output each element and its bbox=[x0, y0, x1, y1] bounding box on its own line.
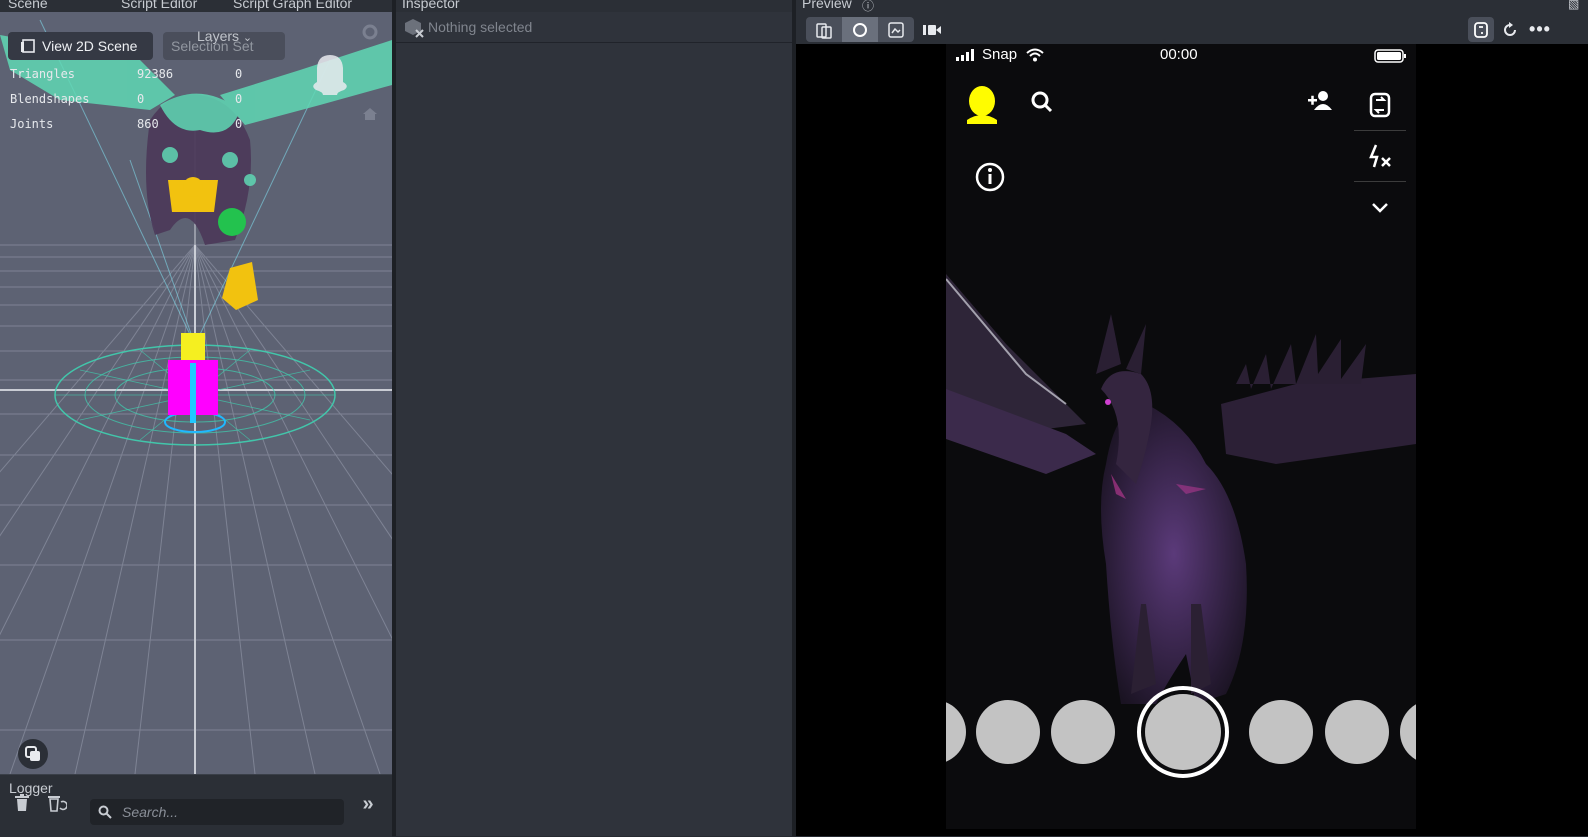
preview-mode-group bbox=[806, 17, 914, 42]
tab-inspector[interactable]: Inspector bbox=[402, 0, 460, 11]
camera-controls bbox=[1354, 80, 1406, 230]
search-icon[interactable] bbox=[1030, 90, 1054, 114]
logger-panel: Logger » bbox=[0, 774, 392, 837]
stat-value: 860 bbox=[137, 117, 159, 131]
scene-tab-strip: Scene Script Editor Script Graph Editor bbox=[0, 0, 392, 12]
stat-extra: 0 bbox=[235, 67, 243, 81]
clear-log-button[interactable] bbox=[12, 793, 32, 813]
stat-row-triangles: Triangles 92386 0 bbox=[10, 67, 270, 92]
tab-script-editor[interactable]: Script Editor bbox=[121, 0, 197, 11]
chevron-down-icon: ⌄ bbox=[242, 32, 253, 44]
inspector-panel: Inspector Nothing selected bbox=[396, 0, 792, 836]
media-mode-button[interactable] bbox=[878, 17, 914, 42]
preview-panel: Preview ⓘ ▧ ••• Snap 00:00 bbox=[796, 0, 1588, 836]
battery-icon bbox=[1374, 49, 1406, 63]
flash-off-icon bbox=[1369, 144, 1391, 168]
inspector-tab-strip: Inspector bbox=[396, 0, 792, 12]
inspector-header: Nothing selected bbox=[396, 12, 792, 43]
lens-carousel-item[interactable] bbox=[1249, 700, 1313, 764]
stat-name: Joints bbox=[10, 117, 54, 131]
home-icon[interactable] bbox=[360, 104, 380, 124]
layers-dropdown[interactable]: Layers ⌄ bbox=[197, 28, 252, 44]
media-icon bbox=[888, 21, 904, 38]
preview-toolbar: ••• bbox=[796, 12, 1588, 44]
lens-carousel-item[interactable] bbox=[1051, 700, 1115, 764]
tab-preview[interactable]: Preview bbox=[802, 0, 852, 11]
logger-search-field[interactable] bbox=[90, 799, 344, 825]
trash-refresh-icon bbox=[48, 796, 67, 812]
clear-on-reload-button[interactable] bbox=[46, 793, 68, 813]
add-friend-icon[interactable] bbox=[1306, 88, 1334, 112]
flip-camera-toolbar-button[interactable] bbox=[1468, 17, 1494, 42]
scene-viewport[interactable]: View 2D Scene Selection Set Layers ⌄ Tri… bbox=[0, 12, 392, 774]
lens-icon bbox=[853, 22, 867, 37]
tab-scene[interactable]: Scene bbox=[8, 0, 48, 11]
capture-button-inner bbox=[1145, 694, 1221, 770]
flip-camera-button[interactable] bbox=[1354, 80, 1406, 131]
more-options-button[interactable]: ••• bbox=[1528, 17, 1552, 42]
tab-script-graph-editor[interactable]: Script Graph Editor bbox=[233, 0, 352, 11]
view-2d-scene-button[interactable]: View 2D Scene bbox=[8, 32, 153, 60]
video-settings-button[interactable] bbox=[920, 17, 944, 42]
status-bar: Snap 00:00 bbox=[946, 44, 1416, 70]
gear-icon[interactable] bbox=[360, 22, 380, 42]
more-controls-button[interactable] bbox=[1354, 182, 1406, 232]
stat-extra: 0 bbox=[235, 92, 243, 106]
bitmoji-avatar[interactable] bbox=[964, 84, 1000, 131]
signal-icon bbox=[956, 49, 974, 61]
phone-preview-screen[interactable]: Snap 00:00 bbox=[946, 44, 1416, 829]
double-chevron-right-icon: » bbox=[362, 792, 374, 815]
lens-carousel-item[interactable] bbox=[976, 700, 1040, 764]
wifi-icon bbox=[1026, 48, 1044, 62]
more-dots-icon: ••• bbox=[1529, 19, 1551, 39]
scene-stats: Triangles 92386 0 Blendshapes 0 0 Joints… bbox=[10, 67, 270, 142]
device-mode-button[interactable] bbox=[806, 17, 842, 42]
camera-mode-button[interactable] bbox=[842, 17, 878, 42]
device-icon bbox=[816, 22, 832, 39]
profile-icon bbox=[967, 86, 997, 124]
refresh-icon bbox=[1504, 21, 1516, 36]
flip-camera-icon bbox=[1369, 92, 1391, 118]
lens-carousel-item[interactable] bbox=[1325, 700, 1389, 764]
scene-panel: Scene Script Editor Script Graph Editor bbox=[0, 0, 392, 774]
nothing-selected-text: Nothing selected bbox=[428, 19, 533, 35]
stat-value: 0 bbox=[137, 92, 145, 106]
clock-label: 00:00 bbox=[1160, 46, 1198, 63]
stat-row-blendshapes: Blendshapes 0 0 bbox=[10, 92, 270, 117]
search-icon bbox=[98, 805, 112, 819]
object-none-icon bbox=[405, 19, 424, 38]
preview-tab-strip: Preview ⓘ ▧ bbox=[796, 0, 1588, 13]
stat-name: Blendshapes bbox=[10, 92, 90, 106]
trash-icon bbox=[15, 794, 29, 811]
stat-value: 92386 bbox=[137, 67, 174, 81]
reset-preview-button[interactable] bbox=[1498, 17, 1522, 42]
logger-search-input[interactable] bbox=[120, 803, 324, 821]
stat-name: Triangles bbox=[10, 67, 76, 81]
capture-button[interactable] bbox=[1137, 686, 1229, 778]
stat-extra: 0 bbox=[235, 117, 243, 131]
chevron-down-icon bbox=[1372, 203, 1388, 213]
stat-row-joints: Joints 860 0 bbox=[10, 117, 270, 142]
view-2d-icon bbox=[21, 39, 35, 53]
layers-label: Layers bbox=[197, 28, 240, 44]
flash-off-button[interactable] bbox=[1354, 131, 1406, 182]
flip-camera-icon bbox=[1474, 21, 1488, 38]
scene-overlay-toggle-button[interactable] bbox=[18, 739, 48, 769]
expand-logger-button[interactable]: » bbox=[358, 792, 378, 815]
video-camera-icon bbox=[923, 24, 941, 35]
copy-icon bbox=[25, 746, 40, 761]
carrier-label: Snap bbox=[982, 46, 1018, 63]
view-2d-label: View 2D Scene bbox=[42, 38, 138, 54]
info-circle-icon[interactable] bbox=[974, 161, 1006, 193]
panel-options-icon[interactable]: ▧ bbox=[1568, 0, 1579, 11]
